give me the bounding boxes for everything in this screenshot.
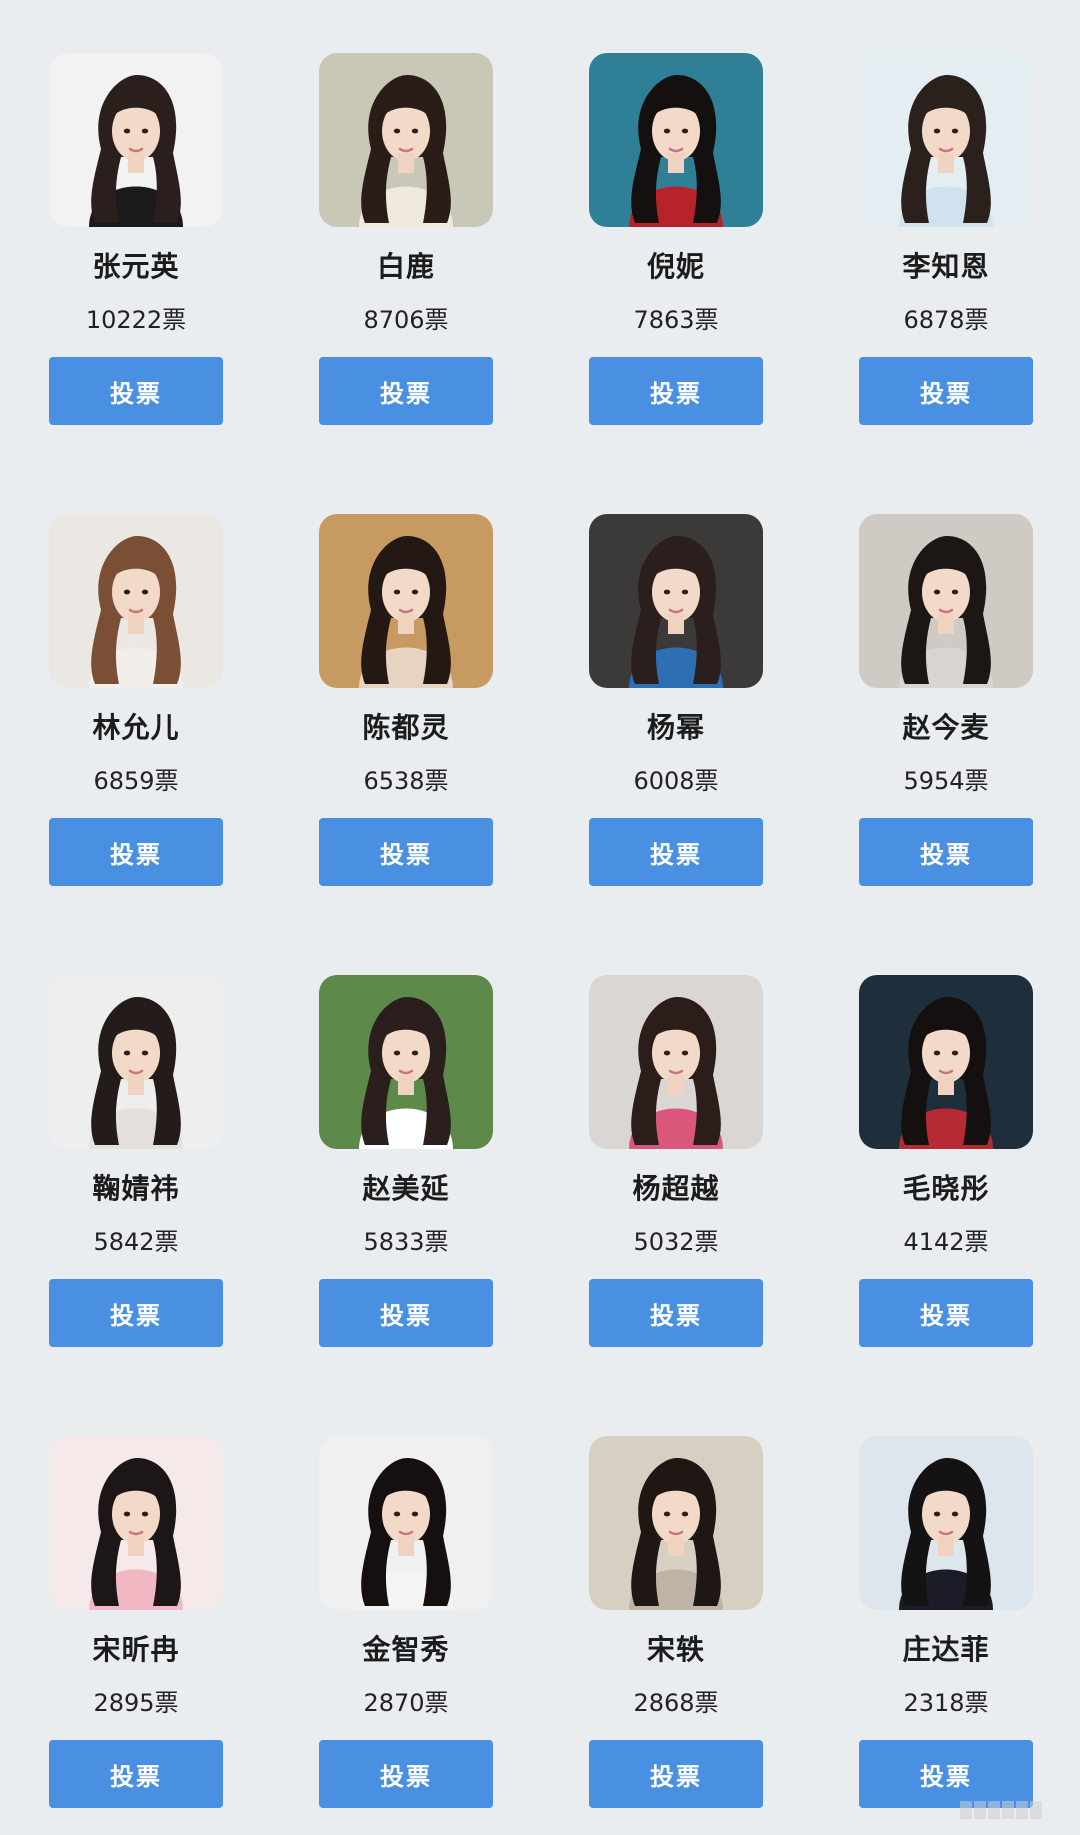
- candidate-name: 庄达菲: [902, 1633, 990, 1666]
- candidate-card: 陈都灵 6538票投票: [319, 514, 493, 886]
- candidate-card: 杨幂 6008票投票: [589, 514, 763, 886]
- candidate-card: 鞠婧祎 5842票投票: [49, 975, 223, 1347]
- vote-count: 6538票: [363, 767, 449, 795]
- vote-count: 5842票: [93, 1228, 179, 1256]
- candidate-card: 李知恩 6878票投票: [859, 53, 1033, 425]
- candidate-name: 杨幂: [646, 711, 705, 744]
- vote-button[interactable]: 投票: [319, 1740, 493, 1808]
- vote-button[interactable]: 投票: [589, 357, 763, 425]
- candidate-photo: [49, 514, 223, 688]
- vote-count: 2895票: [93, 1689, 179, 1717]
- candidate-name: 白鹿: [376, 250, 435, 283]
- candidate-name: 张元英: [92, 250, 180, 283]
- candidate-card: 林允儿 6859票投票: [49, 514, 223, 886]
- candidate-photo: [589, 514, 763, 688]
- candidate-photo: [319, 53, 493, 227]
- candidate-photo: [49, 975, 223, 1149]
- vote-count: 6859票: [93, 767, 179, 795]
- candidate-card: 赵今麦 5954票投票: [859, 514, 1033, 886]
- candidate-name: 毛晓彤: [902, 1172, 990, 1205]
- candidate-card: 金智秀 2870票投票: [319, 1436, 493, 1808]
- candidate-photo: [859, 1436, 1033, 1610]
- vote-count: 2870票: [363, 1689, 449, 1717]
- candidate-name: 杨超越: [632, 1172, 720, 1205]
- candidate-name: 倪妮: [646, 250, 705, 283]
- candidate-photo: [49, 1436, 223, 1610]
- candidate-card: 宋轶 2868票投票: [589, 1436, 763, 1808]
- candidate-name: 赵今麦: [902, 711, 990, 744]
- candidate-name: 金智秀: [362, 1633, 450, 1666]
- candidate-name: 陈都灵: [362, 711, 450, 744]
- vote-button[interactable]: 投票: [859, 1279, 1033, 1347]
- candidate-card: 庄达菲 2318票投票: [859, 1436, 1033, 1808]
- vote-button[interactable]: 投票: [589, 818, 763, 886]
- candidate-photo: [859, 53, 1033, 227]
- vote-count: 10222票: [85, 306, 187, 334]
- vote-button[interactable]: 投票: [49, 818, 223, 886]
- candidate-name: 林允儿: [92, 711, 180, 744]
- vote-button[interactable]: 投票: [589, 1279, 763, 1347]
- vote-count: 5833票: [363, 1228, 449, 1256]
- vote-count: 2868票: [633, 1689, 719, 1717]
- candidate-photo: [859, 975, 1033, 1149]
- candidate-name: 鞠婧祎: [92, 1172, 180, 1205]
- candidate-card: 杨超越 5032票投票: [589, 975, 763, 1347]
- candidate-photo: [319, 1436, 493, 1610]
- vote-button[interactable]: 投票: [859, 818, 1033, 886]
- vote-button[interactable]: 投票: [589, 1740, 763, 1808]
- candidate-card: 毛晓彤 4142票投票: [859, 975, 1033, 1347]
- candidate-card: 宋昕冉 2895票投票: [49, 1436, 223, 1808]
- vote-count: 8706票: [363, 306, 449, 334]
- vote-count: 7863票: [633, 306, 719, 334]
- vote-button[interactable]: 投票: [49, 1279, 223, 1347]
- vote-button[interactable]: 投票: [859, 1740, 1033, 1808]
- candidate-name: 李知恩: [902, 250, 990, 283]
- candidate-card: 赵美延 5833票投票: [319, 975, 493, 1347]
- vote-count: 4142票: [903, 1228, 989, 1256]
- candidate-card: 倪妮 7863票投票: [589, 53, 763, 425]
- candidate-grid: 张元英 10222票投票 白鹿 8706票投票 倪妮 7863票投票 李知恩 6878票…: [0, 0, 1080, 1835]
- vote-button[interactable]: 投票: [319, 818, 493, 886]
- candidate-photo: [49, 53, 223, 227]
- vote-count: 2318票: [903, 1689, 989, 1717]
- vote-button[interactable]: 投票: [859, 357, 1033, 425]
- vote-button[interactable]: 投票: [49, 357, 223, 425]
- vote-count: 6878票: [903, 306, 989, 334]
- candidate-photo: [589, 1436, 763, 1610]
- candidate-photo: [319, 514, 493, 688]
- candidate-photo: [589, 53, 763, 227]
- candidate-photo: [589, 975, 763, 1149]
- candidate-photo: [859, 514, 1033, 688]
- watermark-icon: [960, 1801, 1064, 1827]
- vote-count: 6008票: [633, 767, 719, 795]
- candidate-photo: [319, 975, 493, 1149]
- candidate-name: 宋昕冉: [92, 1633, 180, 1666]
- candidate-card: 白鹿 8706票投票: [319, 53, 493, 425]
- vote-button[interactable]: 投票: [319, 357, 493, 425]
- vote-button[interactable]: 投票: [319, 1279, 493, 1347]
- vote-count: 5032票: [633, 1228, 719, 1256]
- vote-count: 5954票: [903, 767, 989, 795]
- vote-button[interactable]: 投票: [49, 1740, 223, 1808]
- candidate-name: 赵美延: [362, 1172, 450, 1205]
- candidate-card: 张元英 10222票投票: [49, 53, 223, 425]
- candidate-name: 宋轶: [646, 1633, 705, 1666]
